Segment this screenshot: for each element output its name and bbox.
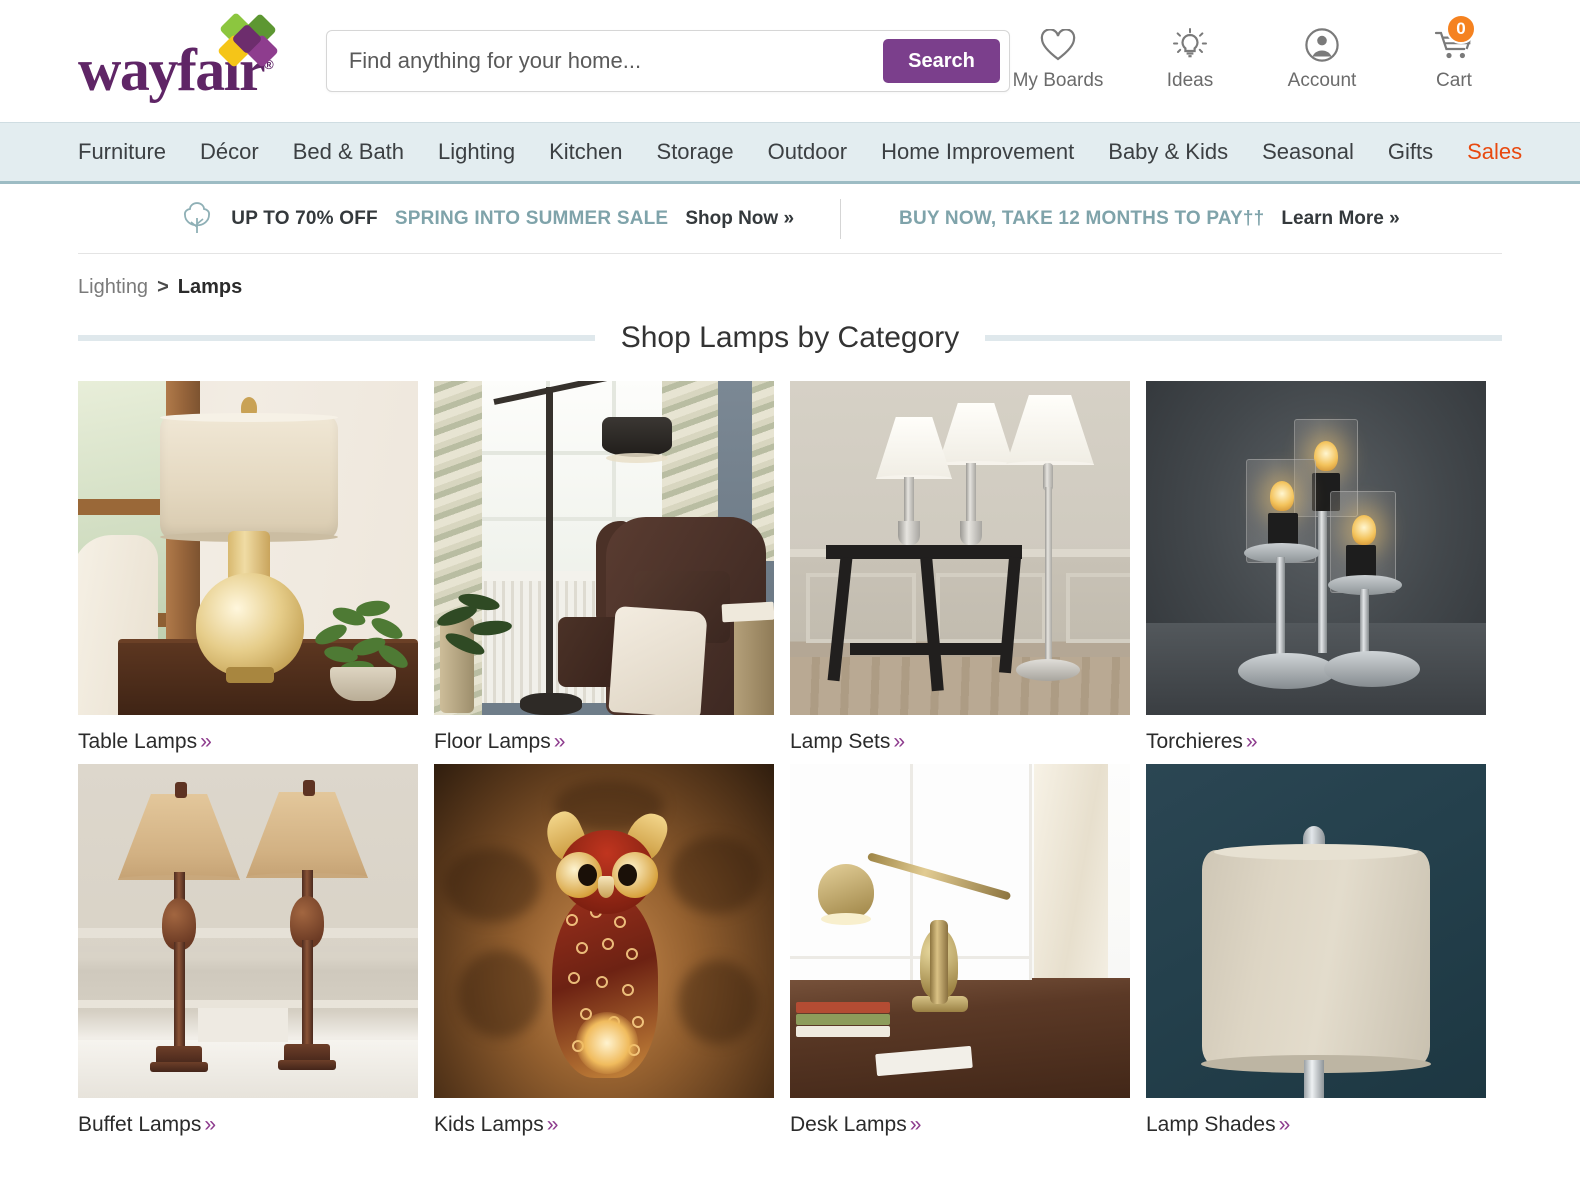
category-label: Lamp Shades» (1146, 1113, 1291, 1136)
nav-item-sales[interactable]: Sales (1467, 139, 1522, 165)
category-label: Buffet Lamps» (78, 1113, 217, 1136)
cart-label: Cart (1436, 70, 1472, 91)
wayfair-logo[interactable]: wayfair® (78, 12, 286, 100)
floor-lamp-scene (434, 381, 774, 715)
breadcrumb-lighting[interactable]: Lighting (78, 276, 148, 299)
breadcrumb: Lighting > Lamps (0, 254, 1580, 299)
category-label: Torchieres» (1146, 730, 1258, 753)
learn-more-link[interactable]: Learn More » (1281, 208, 1399, 230)
chevron-icon: » (546, 1113, 559, 1136)
promo-discount-text: UP TO 70% OFF (231, 207, 378, 229)
promo-left-group: UP TO 70% OFF SPRING INTO SUMMER SALE Sh… (180, 201, 840, 236)
breadcrumb-lamps: Lamps (177, 276, 243, 298)
shop-now-link[interactable]: Shop Now » (685, 208, 794, 230)
nav-item-gifts[interactable]: Gifts (1388, 139, 1433, 165)
search-button[interactable]: Search (883, 39, 1000, 83)
desk-lamp-scene (790, 764, 1130, 1098)
lamp-shade-scene (1146, 764, 1486, 1098)
heart-icon (1040, 26, 1076, 64)
nav-item-decor[interactable]: Décor (200, 139, 259, 165)
nav-item-seasonal[interactable]: Seasonal (1262, 139, 1354, 165)
lamp-set-scene (790, 381, 1130, 715)
nav-item-kitchen[interactable]: Kitchen (549, 139, 622, 165)
site-header: wayfair® Search My Boards (0, 0, 1580, 122)
financing-offer-text: BUY NOW, TAKE 12 MONTHS TO PAY†† (899, 207, 1265, 229)
promo-right-group: BUY NOW, TAKE 12 MONTHS TO PAY†† Learn M… (841, 208, 1400, 230)
category-grid: Table Lamps» Floor Lamps » Lamp Sets » T… (78, 381, 1502, 1137)
nav-item-lighting[interactable]: Lighting (438, 139, 515, 165)
category-label: Desk Lamps» (790, 1113, 922, 1136)
utility-nav: My Boards Ideas Account 0 Cart (1010, 14, 1502, 96)
category-tile-floor-lamps[interactable]: Floor Lamps» (434, 381, 774, 754)
cart-count-badge: 0 (1446, 14, 1476, 44)
breadcrumb-separator: > (157, 276, 169, 298)
category-tile-desk-lamps[interactable]: Desk Lamps» (790, 764, 1130, 1137)
section-title-row: Shop Lamps by Category (78, 321, 1502, 355)
rule-left (78, 335, 595, 341)
rule-right (985, 335, 1502, 341)
category-tile-torchieres[interactable]: Torchieres» (1146, 381, 1486, 754)
nav-item-home-improvement[interactable]: Home Improvement (881, 139, 1074, 165)
category-label: Lamp Sets» (790, 730, 906, 753)
category-tile-lamp-sets[interactable]: Lamp Sets» (790, 381, 1130, 754)
main-navigation: Furniture Décor Bed & Bath Lighting Kitc… (0, 122, 1580, 184)
category-label: Table Lamps» (78, 730, 212, 753)
category-tile-buffet-lamps[interactable]: Buffet Lamps» (78, 764, 418, 1137)
account-label: Account (1287, 70, 1357, 91)
promo-sale-name: SPRING INTO SUMMER SALE (394, 207, 669, 229)
chevron-icon: » (1278, 1113, 1291, 1136)
nav-item-outdoor[interactable]: Outdoor (768, 139, 848, 165)
chevron-icon: » (204, 1113, 217, 1136)
chevron-icon: » (893, 730, 906, 753)
nav-item-bed-bath[interactable]: Bed & Bath (293, 139, 404, 165)
search-input[interactable] (348, 48, 883, 74)
logo-diamond-icon (217, 12, 280, 73)
ideas-button[interactable]: Ideas (1142, 26, 1238, 92)
category-tile-lamp-shades[interactable]: Lamp Shades» (1146, 764, 1486, 1137)
chevron-icon: » (1245, 730, 1258, 753)
category-tile-kids-lamps[interactable]: Kids Lamps» (434, 764, 774, 1137)
promotion-bar: UP TO 70% OFF SPRING INTO SUMMER SALE Sh… (78, 184, 1502, 254)
category-tile-table-lamps[interactable]: Table Lamps» (78, 381, 418, 754)
lightbulb-icon (1172, 26, 1208, 64)
cart-icon: 0 (1434, 14, 1476, 64)
nav-item-baby-kids[interactable]: Baby & Kids (1108, 139, 1228, 165)
chevron-icon: » (200, 730, 212, 753)
chevron-icon: » (553, 730, 566, 753)
search-bar[interactable]: Search (325, 30, 1010, 92)
page-title: Shop Lamps by Category (620, 321, 960, 354)
chevron-icon: » (909, 1113, 922, 1136)
my-boards-button[interactable]: My Boards (1010, 26, 1106, 92)
category-label: Floor Lamps» (434, 730, 566, 753)
my-boards-label: My Boards (1012, 70, 1104, 91)
category-label: Kids Lamps» (434, 1113, 559, 1136)
tree-icon (180, 201, 214, 236)
kids-owl-lamp-scene (434, 764, 774, 1098)
table-lamp-scene (78, 381, 418, 715)
account-button[interactable]: Account (1274, 26, 1370, 92)
ideas-label: Ideas (1166, 70, 1214, 91)
nav-item-storage[interactable]: Storage (657, 139, 734, 165)
nav-item-furniture[interactable]: Furniture (78, 139, 166, 165)
buffet-lamp-scene (78, 764, 418, 1098)
account-icon (1304, 26, 1340, 64)
torchiere-scene (1146, 381, 1486, 715)
cart-button[interactable]: 0 Cart (1406, 14, 1502, 92)
